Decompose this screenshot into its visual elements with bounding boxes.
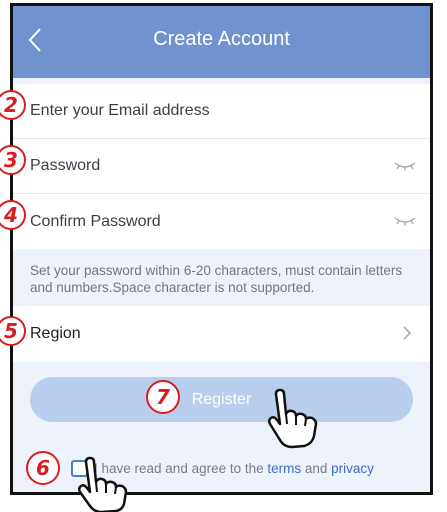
app-header: Create Account (13, 6, 430, 78)
confirm-password-placeholder: Confirm Password (30, 212, 161, 230)
confirm-password-field[interactable]: Confirm Password (13, 194, 430, 249)
agreement-middle: and (301, 460, 332, 476)
region-selector[interactable]: Region (13, 306, 430, 362)
privacy-link[interactable]: privacy (331, 461, 374, 476)
terms-link[interactable]: terms (267, 461, 301, 476)
hand-pointer-icon (77, 456, 128, 512)
step-badge-6: 6 (26, 451, 60, 485)
email-field[interactable]: Enter your Email address (13, 84, 430, 139)
register-label: Register (191, 390, 252, 408)
password-placeholder: Password (30, 157, 101, 174)
chevron-right-icon (403, 326, 412, 340)
email-placeholder: Enter your Email address (30, 102, 210, 119)
region-label: Region (30, 325, 81, 342)
hand-pointer-icon (267, 388, 318, 449)
step-badge-7: 7 (146, 380, 180, 414)
password-hint: Set your password within 6-20 characters… (30, 263, 403, 295)
register-button[interactable]: Register (30, 377, 413, 422)
account-form: Enter your Email address Password Confir… (13, 84, 430, 249)
eye-closed-icon[interactable] (394, 161, 416, 171)
password-field[interactable]: Password (13, 139, 430, 194)
eye-closed-icon[interactable] (394, 216, 416, 226)
page-title: Create Account (153, 28, 290, 50)
phone-screen: Create Account Enter your Email address … (10, 3, 433, 495)
